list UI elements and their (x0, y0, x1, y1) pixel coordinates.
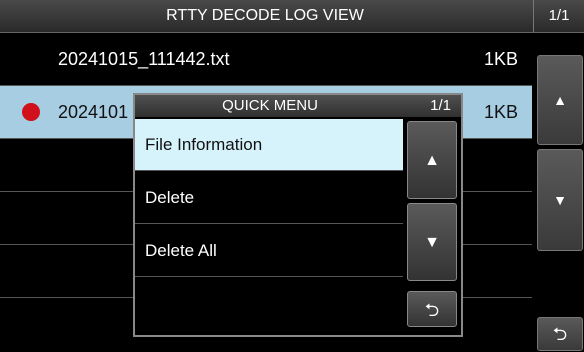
down-arrow-icon: ▼ (424, 234, 440, 251)
menu-scroll-up-button[interactable]: ▲ (407, 121, 457, 199)
scroll-down-button[interactable]: ▼ (537, 149, 583, 251)
window-title: RTTY DECODE LOG VIEW (166, 7, 364, 24)
quick-menu-page: 1/1 (430, 97, 451, 114)
file-size: 1KB (483, 49, 518, 69)
scroll-up-button[interactable]: ▲ (537, 55, 583, 145)
screen: RTTY DECODE LOG VIEW 1/1 20241015_111442… (0, 0, 584, 352)
side-scroll-panel: ▲ ▼ ⮌ (533, 33, 584, 352)
quick-menu-dialog: QUICK MENU 1/1 File Information Delete D… (133, 93, 463, 337)
title-bar: RTTY DECODE LOG VIEW 1/1 (0, 0, 584, 33)
menu-item-file-information[interactable]: File Information (135, 119, 403, 171)
up-arrow-icon: ▲ (553, 92, 567, 108)
page-indicator: 1/1 (533, 0, 584, 32)
down-arrow-icon: ▼ (553, 192, 567, 208)
return-icon: ⮌ (552, 324, 568, 344)
menu-back-button[interactable]: ⮌ (407, 291, 457, 327)
menu-item-empty[interactable] (135, 278, 403, 330)
file-name: 2024101 (58, 102, 129, 122)
menu-scroll-down-button[interactable]: ▼ (407, 203, 457, 281)
return-icon: ⮌ (424, 300, 440, 320)
up-arrow-icon: ▲ (424, 152, 440, 169)
menu-item-delete[interactable]: Delete (135, 172, 403, 224)
record-dot-icon (22, 103, 40, 121)
quick-menu-title: QUICK MENU (222, 97, 318, 114)
file-size: 1KB (483, 102, 518, 122)
quick-menu-title-bar: QUICK MENU 1/1 (135, 95, 461, 117)
back-button[interactable]: ⮌ (537, 317, 583, 351)
file-name: 20241015_111442.txt (58, 49, 230, 69)
file-row[interactable]: 20241015_111442.txt 1KB (0, 33, 532, 86)
menu-item-delete-all[interactable]: Delete All (135, 225, 403, 277)
